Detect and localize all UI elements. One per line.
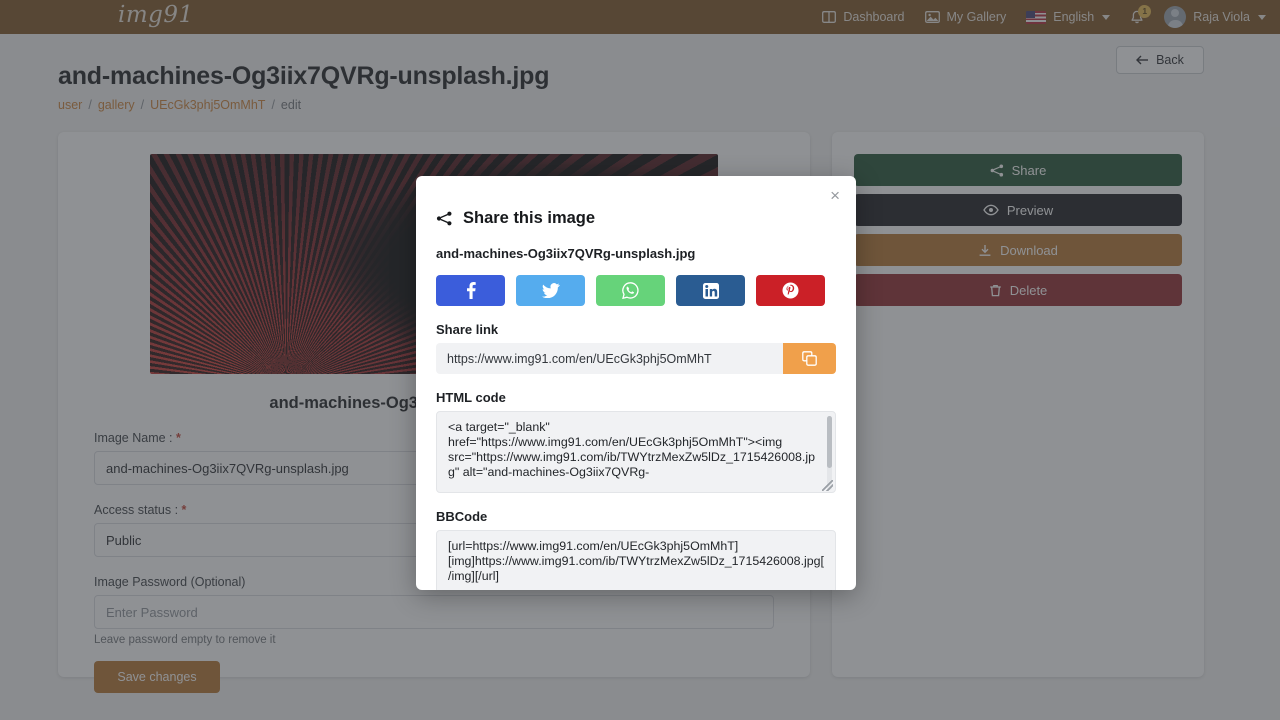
close-icon[interactable]: × xyxy=(830,187,840,204)
share-whatsapp-button[interactable] xyxy=(596,275,665,306)
bbcode-textarea[interactable]: [url=https://www.img91.com/en/UEcGk3phj5… xyxy=(436,530,836,590)
copy-link-button[interactable] xyxy=(783,343,836,374)
app-page: img91 Dashboard My Gallery English xyxy=(0,0,1280,720)
share-twitter-button[interactable] xyxy=(516,275,585,306)
modal-title: Share this image xyxy=(436,209,836,228)
bbcode-value: [url=https://www.img91.com/en/UEcGk3phj5… xyxy=(448,539,824,583)
share-pinterest-button[interactable] xyxy=(756,275,825,306)
resize-handle[interactable] xyxy=(822,480,833,491)
share-link-input[interactable]: https://www.img91.com/en/UEcGk3phj5OmMhT xyxy=(436,343,783,374)
linkedin-icon xyxy=(702,282,719,299)
pinterest-icon xyxy=(782,282,799,299)
share-icon xyxy=(436,211,453,226)
social-share-buttons xyxy=(436,275,836,306)
share-modal: × Share this image and-machines-Og3iix7Q… xyxy=(416,176,856,590)
modal-title-text: Share this image xyxy=(463,209,596,227)
facebook-icon xyxy=(466,282,476,299)
whatsapp-icon xyxy=(622,282,639,299)
modal-filename: and-machines-Og3iix7QVRg-unsplash.jpg xyxy=(436,246,696,261)
html-code-value: <a target="_blank" href="https://www.img… xyxy=(448,420,815,479)
scrollbar-thumb[interactable] xyxy=(827,416,832,468)
html-code-textarea[interactable]: <a target="_blank" href="https://www.img… xyxy=(436,411,836,493)
share-link-label: Share link xyxy=(436,322,499,337)
share-linkedin-button[interactable] xyxy=(676,275,745,306)
html-code-label: HTML code xyxy=(436,390,506,405)
share-facebook-button[interactable] xyxy=(436,275,505,306)
bbcode-label: BBCode xyxy=(436,509,488,524)
share-link-row: https://www.img91.com/en/UEcGk3phj5OmMhT xyxy=(436,343,836,374)
copy-icon xyxy=(802,351,817,366)
twitter-icon xyxy=(541,283,560,298)
scrollbar[interactable] xyxy=(827,416,832,490)
